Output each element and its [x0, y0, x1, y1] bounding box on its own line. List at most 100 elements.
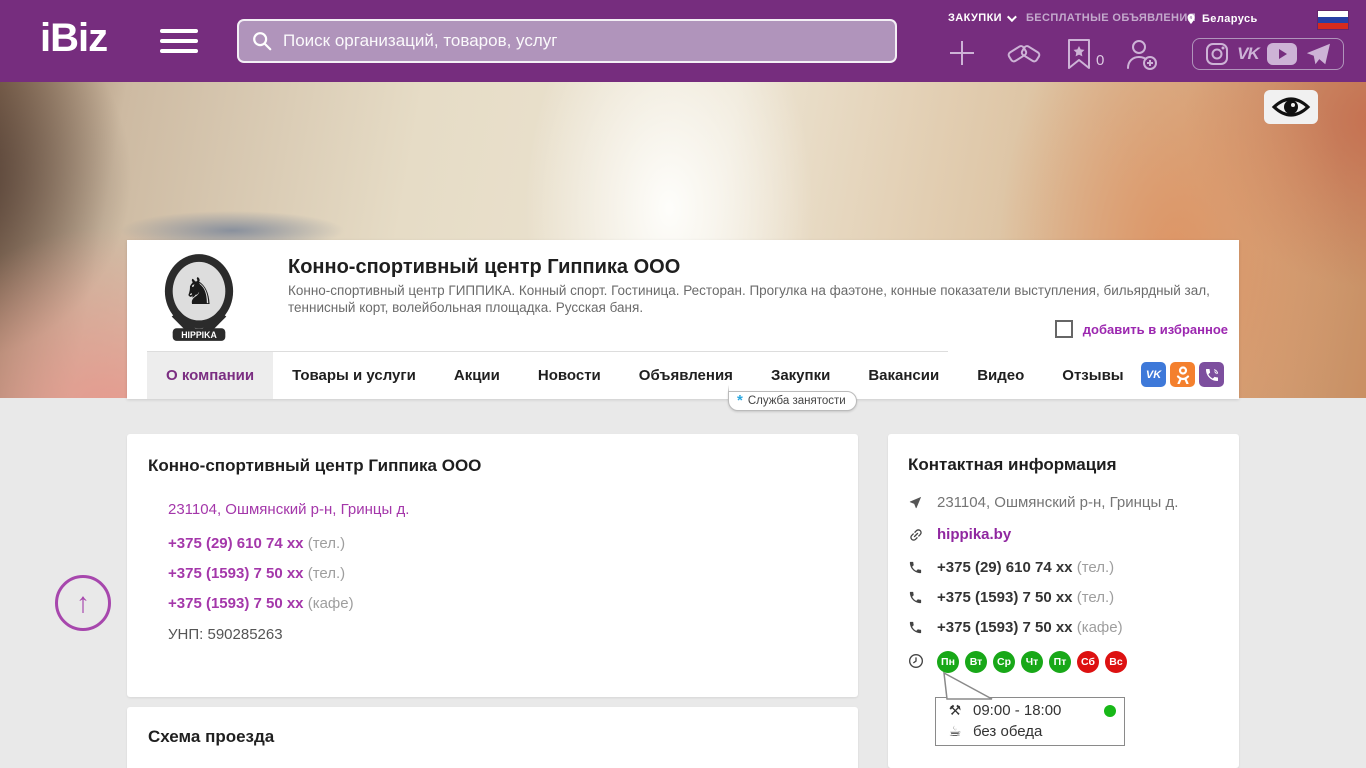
add-user-icon[interactable] [1124, 38, 1160, 72]
coffee-cup-icon: ☕ [946, 723, 964, 740]
day-badge[interactable]: Ср [993, 651, 1015, 673]
phone-number[interactable]: +375 (29) 610 74 xx [937, 559, 1073, 576]
viber-button[interactable] [1199, 362, 1224, 387]
company-tabs: О компанииТовары и услугиАкцииНовостиОбъ… [147, 352, 1143, 399]
phone-note: (тел.) [308, 535, 345, 552]
nav-zakupki[interactable]: ЗАКУПКИ [948, 12, 1014, 24]
company-phones: +375 (29) 610 74 xx (тел.) +375 (1593) 7… [168, 535, 354, 612]
about-company-card: Конно-спортивный центр Гиппика ООО 23110… [127, 434, 858, 697]
day-badge[interactable]: Вт [965, 651, 987, 673]
company-logo-text: HIPPIKA [181, 330, 217, 340]
contact-website-row: hippika.by [908, 526, 1218, 543]
contact-heading: Контактная информация [908, 455, 1117, 475]
contact-address: 231104, Ошмянский р-н, Гринцы д. [937, 494, 1178, 511]
header: iBiz ЗАКУПКИ БЕСПЛАТНЫЕ ОБЪЯВЛЕНИЯ Белар… [0, 0, 1366, 82]
tools-icon: ⚒ [946, 702, 964, 719]
navigation-arrow-icon [908, 495, 925, 510]
vk-button[interactable]: VK [1141, 362, 1166, 387]
phone-line: +375 (29) 610 74 xx (тел.) [168, 535, 354, 552]
map-heading: Схема проезда [148, 727, 274, 747]
tab[interactable]: Новости [519, 352, 620, 399]
phone-icon [908, 620, 925, 635]
lunch-info: без обеда [973, 723, 1042, 740]
scroll-to-top-button[interactable]: ↑ [55, 575, 111, 631]
phone-note: (тел.) [308, 565, 345, 582]
search-icon [251, 30, 273, 52]
company-address-link[interactable]: 231104, Ошмянский р-н, Гринцы д. [168, 501, 409, 518]
phone-note: (тел.) [1077, 589, 1114, 606]
tab[interactable]: Вакансии [849, 352, 958, 399]
phone-icon [908, 590, 925, 605]
phone-note: (кафе) [308, 595, 354, 612]
phone-number[interactable]: +375 (1593) 7 50 xx [168, 565, 304, 582]
tab[interactable]: Отзывы [1043, 352, 1142, 399]
contact-phone-row: +375 (29) 610 74 xx (тел.) [908, 559, 1218, 576]
search-input[interactable] [283, 31, 883, 51]
tab[interactable]: Акции [435, 352, 519, 399]
phone-number[interactable]: +375 (29) 610 74 xx [168, 535, 304, 552]
company-unp: УНП: 590285263 [168, 626, 283, 643]
company-description: Конно-спортивный центр ГИППИКА. Конный с… [288, 282, 1233, 316]
nav-free-ads[interactable]: БЕСПЛАТНЫЕ ОБЪЯВЛЕНИЯ [1026, 12, 1196, 24]
day-badge[interactable]: Пт [1049, 651, 1071, 673]
youtube-icon[interactable] [1267, 43, 1297, 65]
contact-info-card: Контактная информация 231104, Ошмянский … [888, 434, 1239, 768]
day-badge[interactable]: Вс [1105, 651, 1127, 673]
svg-text:♞: ♞ [182, 270, 215, 312]
day-badge[interactable]: Сб [1077, 651, 1099, 673]
contact-phones: +375 (29) 610 74 xx (тел.) +375 (1593) 7… [908, 559, 1218, 636]
week-days: Пн Вт Ср Чт Пт Сб Вс [937, 651, 1127, 673]
accessibility-version-button[interactable] [1264, 90, 1318, 124]
telegram-icon[interactable] [1305, 42, 1331, 66]
handshake-icon[interactable] [1003, 38, 1045, 70]
instagram-icon[interactable] [1205, 42, 1229, 66]
location-pin-icon [1185, 12, 1197, 26]
company-header-card: ♞ HIPPIKA Конно-спортивный центр Гиппика… [127, 240, 1239, 399]
website-link[interactable]: hippika.by [937, 526, 1011, 543]
contact-address-row: 231104, Ошмянский р-н, Гринцы д. [908, 494, 1218, 511]
phone-number[interactable]: +375 (1593) 7 50 xx [937, 619, 1073, 636]
language-flag-russian[interactable] [1318, 11, 1348, 29]
tab[interactable]: Товары и услуги [273, 352, 435, 399]
open-status-dot [1104, 705, 1116, 717]
vacancy-tooltip[interactable]: * Служба занятости [728, 391, 857, 411]
chevron-down-icon [1007, 12, 1017, 22]
map-card: Схема проезда [127, 707, 858, 768]
day-badge[interactable]: Чт [1021, 651, 1043, 673]
working-hours-tooltip: ⚒ 09:00 - 18:00 ☕ без обеда [935, 697, 1125, 746]
company-name: Конно-спортивный центр Гиппика ООО [288, 256, 680, 279]
vk-icon[interactable]: VK [1237, 44, 1259, 64]
employment-service-icon: * [737, 396, 743, 406]
site-logo[interactable]: iBiz [40, 16, 107, 61]
working-hours: 09:00 - 18:00 [973, 702, 1061, 719]
search-bar[interactable] [237, 19, 897, 63]
company-logo[interactable]: ♞ HIPPIKA [160, 252, 238, 344]
favorite-checkbox[interactable] [1055, 320, 1073, 338]
clock-icon [908, 653, 925, 669]
phone-number[interactable]: +375 (1593) 7 50 xx [937, 589, 1073, 606]
phone-number[interactable]: +375 (1593) 7 50 xx [168, 595, 304, 612]
odnoklassniki-button[interactable] [1170, 362, 1195, 387]
hours-tooltip-pointer [932, 672, 1002, 700]
bookmark-favorites-icon[interactable] [1066, 38, 1092, 70]
tab[interactable]: О компании [147, 352, 273, 399]
favorites-counter: 0 [1096, 52, 1104, 69]
company-social-buttons: VK [1141, 362, 1224, 387]
add-to-favorites[interactable]: добавить в избранное [1055, 320, 1228, 338]
contact-phone-row: +375 (1593) 7 50 xx (тел.) [908, 589, 1218, 606]
add-plus-icon[interactable] [947, 38, 977, 68]
phone-line: +375 (1593) 7 50 xx (кафе) [168, 595, 354, 612]
contact-phone-row: +375 (1593) 7 50 xx (кафе) [908, 619, 1218, 636]
phone-line: +375 (1593) 7 50 xx (тел.) [168, 565, 354, 582]
arrow-up-icon: ↑ [76, 587, 90, 619]
phone-note: (кафе) [1077, 619, 1123, 636]
tab[interactable]: Видео [958, 352, 1043, 399]
header-social-links: VK [1192, 38, 1344, 70]
about-heading: Конно-спортивный центр Гиппика ООО [148, 456, 481, 476]
hamburger-menu-icon[interactable] [160, 29, 198, 55]
link-icon [908, 527, 925, 543]
day-badge[interactable]: Пн [937, 651, 959, 673]
nav-country[interactable]: Беларусь [1185, 12, 1258, 26]
eye-icon [1271, 95, 1311, 119]
phone-icon [908, 560, 925, 575]
